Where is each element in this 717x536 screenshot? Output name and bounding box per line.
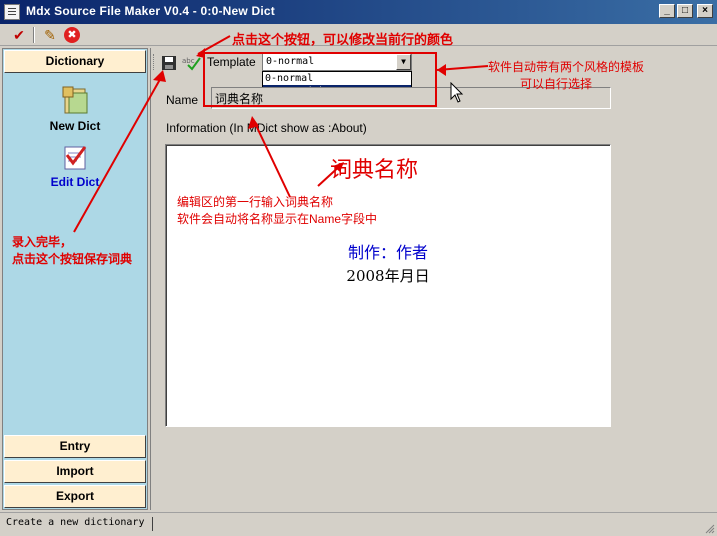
spellcheck-icon[interactable]: abc: [182, 55, 202, 74]
stop-icon[interactable]: ✖: [64, 27, 80, 43]
editor-author-line: 制作：作者: [347, 245, 428, 262]
name-label: Name: [166, 93, 199, 107]
svg-text:abc: abc: [182, 57, 195, 65]
sidebar-item-edit-dict[interactable]: Edit Dict: [23, 141, 127, 189]
annotation-templates: 软件自动带有两个风格的模板 可以自行选择: [488, 58, 644, 92]
annotation-color-button: 点击这个按钮，可以修改当前行的颜色: [232, 32, 454, 47]
grip-handle: [153, 54, 155, 70]
wand-icon[interactable]: ✎: [41, 26, 59, 44]
annotation-dict-name: 词典名称: [330, 157, 419, 182]
sidebar-item-new-dict[interactable]: New Dict: [23, 85, 127, 133]
window-title: Mdx Source File Maker V0.4 - 0:0-New Dic…: [26, 4, 275, 18]
annotation-editor-line1: 编辑区的第一行输入词典名称: [177, 195, 334, 209]
information-editor[interactable]: 制作：作者 2008年月日: [165, 144, 611, 427]
sidebar-header-export[interactable]: Export: [4, 485, 146, 508]
annotation-editor: 编辑区的第一行输入词典名称 软件会自动将名称显示在Name字段中: [177, 193, 377, 227]
annotation-templates-line1: 软件自动带有两个风格的模板: [488, 60, 645, 74]
resize-grip-icon[interactable]: [703, 522, 715, 534]
sidebar-header-dictionary[interactable]: Dictionary: [4, 50, 146, 73]
status-text: Create a new dictionary: [6, 517, 145, 528]
close-button[interactable]: ×: [697, 4, 713, 18]
annotation-save: 录入完毕， 点击这个按钮保存词典: [12, 233, 132, 267]
maximize-button[interactable]: □: [677, 4, 693, 18]
information-label: Information (In MDict show as :About): [166, 121, 367, 135]
status-separator: [152, 517, 153, 531]
template-highlight-box: [203, 52, 437, 107]
sidebar-header-entry[interactable]: Entry: [4, 435, 146, 458]
edit-dict-icon: [59, 141, 91, 173]
sidebar-header-import[interactable]: Import: [4, 460, 146, 483]
minimize-button[interactable]: _: [659, 4, 675, 18]
new-dict-icon: [59, 85, 91, 117]
title-bar: Mdx Source File Maker V0.4 - 0:0-New Dic…: [0, 0, 717, 24]
annotation-save-line2: 点击这个按钮保存词典: [12, 252, 133, 266]
annotation-editor-line2: 软件会自动将名称显示在Name字段中: [177, 212, 378, 226]
toolbar-separator: [33, 27, 35, 43]
sidebar: Dictionary New Dict Edit Dict Entry Impo…: [2, 48, 148, 510]
sidebar-item-label: New Dict: [49, 119, 101, 133]
sidebar-item-label: Edit Dict: [50, 175, 100, 189]
mouse-cursor-icon: [450, 82, 464, 103]
editor-date-line: 2008年月日: [346, 267, 430, 285]
annotation-templates-line2: 可以自行选择: [520, 77, 593, 91]
annotation-save-line1: 录入完毕，: [12, 235, 73, 249]
status-bar: Create a new dictionary: [0, 512, 717, 536]
app-icon: [4, 4, 20, 20]
save-icon[interactable]: [161, 55, 177, 74]
check-icon[interactable]: ✔: [10, 26, 28, 44]
